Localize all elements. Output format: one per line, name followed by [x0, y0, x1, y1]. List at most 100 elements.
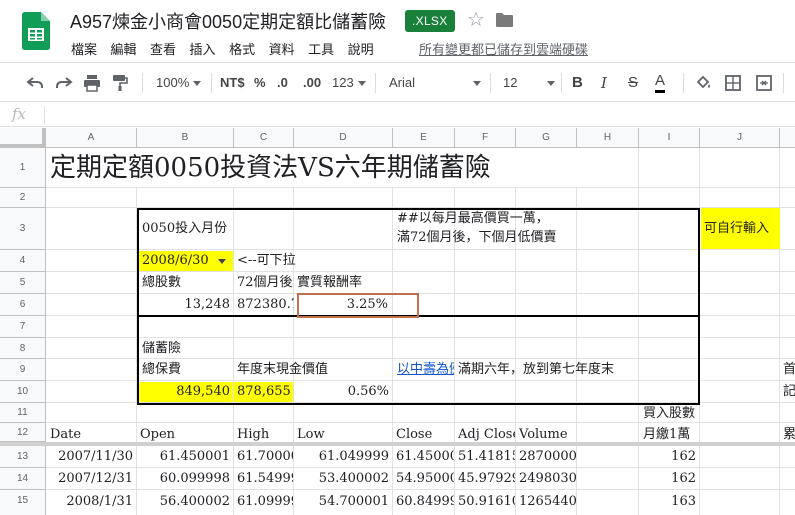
menu-file[interactable]: 檔案	[71, 39, 97, 58]
print-icon[interactable]	[83, 74, 101, 92]
bold-button[interactable]: B	[572, 71, 583, 95]
header-close[interactable]: Close	[393, 425, 454, 445]
row-header-13[interactable]: 13	[0, 446, 46, 468]
row-header-6[interactable]: 6	[0, 294, 46, 316]
cell-j3[interactable]: 可自行輸入	[701, 208, 780, 249]
column-header-h[interactable]: H	[577, 128, 639, 148]
selected-range[interactable]	[297, 293, 419, 318]
more-formats-button[interactable]: 123	[332, 71, 366, 95]
table-cell-open[interactable]: 56.400002	[137, 492, 233, 512]
menu-format[interactable]: 格式	[229, 39, 255, 58]
cell-c5[interactable]: 72個月後	[234, 273, 294, 293]
menu-insert[interactable]: 插入	[190, 39, 216, 58]
row-header-7[interactable]: 7	[0, 316, 46, 338]
chevron-down-icon[interactable]	[218, 259, 226, 264]
select-all-corner[interactable]	[0, 128, 46, 148]
paint-format-icon[interactable]	[111, 74, 129, 92]
save-status-link[interactable]: 所有變更都已儲存到雲端硬碟	[419, 39, 588, 58]
table-cell-close[interactable]: 61.450001	[393, 447, 454, 467]
sheet-title-cell[interactable]: 定期定額0050投資法VS六年期儲蓄險	[47, 148, 607, 187]
cell-i12[interactable]: 月繳1萬	[640, 425, 720, 445]
table-cell-shares[interactable]: 162	[639, 469, 699, 489]
header-high[interactable]: High	[234, 425, 293, 445]
borders-icon[interactable]	[724, 74, 742, 92]
row-header-15[interactable]: 15	[0, 490, 46, 515]
currency-format-button[interactable]: NT$	[220, 71, 245, 95]
font-size-select[interactable]: 12	[503, 71, 555, 95]
table-cell-date[interactable]: 2007/11/30	[47, 447, 136, 467]
column-header-g[interactable]: G	[516, 128, 577, 148]
cell-c10[interactable]: 878,655	[234, 382, 293, 402]
menu-data[interactable]: 資料	[269, 39, 295, 58]
cell-d10[interactable]: 0.56%	[294, 382, 392, 402]
cell-b9[interactable]: 總保費	[139, 360, 233, 380]
column-header-f[interactable]: F	[455, 128, 516, 148]
menu-edit[interactable]: 編輯	[111, 39, 137, 58]
table-cell-volume[interactable]: 24980300	[516, 469, 576, 489]
google-sheets-logo[interactable]	[22, 12, 50, 50]
column-header-c[interactable]: C	[234, 128, 294, 148]
header-adj-close[interactable]: Adj Close	[455, 425, 515, 445]
cell-c4[interactable]: <--可下拉	[234, 251, 334, 271]
cell-d5[interactable]: 實質報酬率	[294, 273, 393, 293]
column-header-a[interactable]: A	[46, 128, 137, 148]
cell-b6[interactable]: 13,248	[139, 295, 233, 315]
table-cell-adj-close[interactable]: 51.418159	[455, 447, 515, 467]
strikethrough-button[interactable]: S	[628, 71, 638, 95]
cell-c9[interactable]: 年度末現金價值	[234, 360, 392, 380]
column-header-j[interactable]: J	[700, 128, 780, 148]
undo-icon[interactable]	[26, 75, 44, 91]
row-header-1[interactable]: 1	[0, 148, 46, 188]
cell-i11[interactable]: 買入股數	[640, 404, 720, 424]
merge-cells-icon[interactable]	[755, 74, 773, 92]
cell-b10[interactable]: 849,540	[139, 382, 233, 402]
table-cell-close[interactable]: 60.849998	[393, 492, 454, 512]
table-cell-date[interactable]: 2007/12/31	[47, 469, 136, 489]
decrease-decimal-button[interactable]: .0	[277, 71, 288, 95]
column-header-i[interactable]: I	[639, 128, 700, 148]
redo-icon[interactable]	[55, 75, 73, 91]
row-header-4[interactable]: 4	[0, 250, 46, 272]
zoom-select[interactable]: 100%	[156, 71, 202, 95]
font-family-select[interactable]: Arial	[389, 71, 481, 95]
row-header-12[interactable]: 12	[0, 423, 46, 442]
header-date[interactable]: Date	[47, 425, 136, 445]
table-cell-open[interactable]: 60.099998	[137, 469, 233, 489]
document-title[interactable]: A957煉金小商會0050定期定額比儲蓄險	[70, 8, 386, 34]
table-cell-shares[interactable]: 163	[639, 492, 699, 512]
row-header-2[interactable]: 2	[0, 188, 46, 208]
formula-input[interactable]	[50, 103, 795, 126]
menu-tools[interactable]: 工具	[308, 39, 334, 58]
cell-e3-line1[interactable]: ##以每月最高價買一萬，	[394, 209, 694, 228]
row-header-8[interactable]: 8	[0, 338, 46, 359]
table-cell-adj-close[interactable]: 50.916100	[455, 492, 515, 512]
table-cell-high[interactable]: 61.549999	[234, 469, 293, 489]
row-header-9[interactable]: 9	[0, 359, 46, 381]
menu-view[interactable]: 查看	[150, 39, 176, 58]
column-header-b[interactable]: B	[137, 128, 234, 148]
table-cell-high[interactable]: 61.099998	[234, 492, 293, 512]
insurance-example-link[interactable]: 以中壽為例	[394, 360, 454, 380]
header-open[interactable]: Open	[137, 425, 233, 445]
row-header-5[interactable]: 5	[0, 272, 46, 294]
column-header-e[interactable]: E	[393, 128, 455, 148]
table-cell-adj-close[interactable]: 45.979298	[455, 469, 515, 489]
cell-k9[interactable]: 首	[781, 360, 795, 380]
fill-color-icon[interactable]	[694, 74, 712, 92]
table-cell-high[interactable]: 61.700001	[234, 447, 293, 467]
percent-format-button[interactable]: %	[254, 71, 266, 95]
cell-e3-line2[interactable]: 滿72個月後，下個月低價賣	[394, 228, 694, 247]
table-cell-close[interactable]: 54.950001	[393, 469, 454, 489]
table-cell-low[interactable]: 54.700001	[294, 492, 392, 512]
table-cell-shares[interactable]: 162	[639, 447, 699, 467]
row-header-10[interactable]: 10	[0, 381, 46, 403]
cell-b8[interactable]: 儲蓄險	[139, 339, 233, 359]
column-header-k[interactable]	[780, 128, 795, 148]
text-color-button[interactable]: A	[655, 71, 666, 93]
header-low[interactable]: Low	[294, 425, 392, 445]
table-cell-low[interactable]: 53.400002	[294, 469, 392, 489]
table-cell-low[interactable]: 61.049999	[294, 447, 392, 467]
row-header-14[interactable]: 14	[0, 468, 46, 490]
table-cell-date[interactable]: 2008/1/31	[47, 492, 136, 512]
increase-decimal-button[interactable]: .00	[303, 71, 321, 95]
